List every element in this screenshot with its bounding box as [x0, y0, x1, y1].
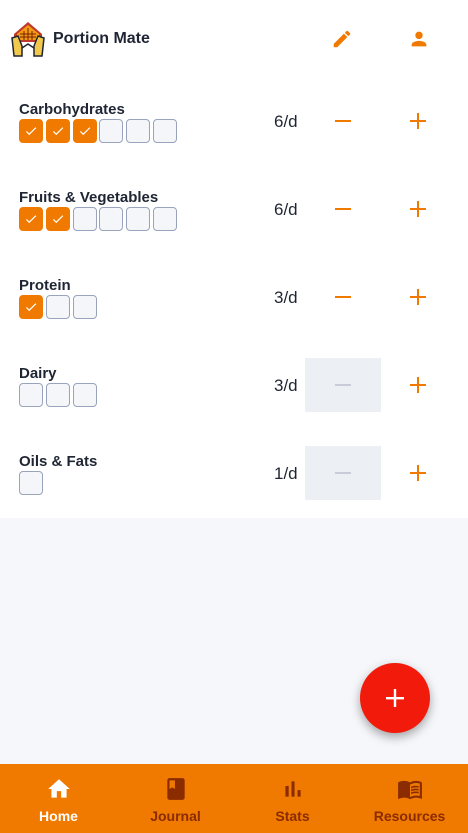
account-button[interactable]	[404, 24, 434, 54]
portion-checkbox-checked[interactable]	[19, 295, 43, 319]
portion-checkbox[interactable]	[152, 119, 177, 143]
decrease-button[interactable]	[305, 446, 381, 500]
nav-item-resources[interactable]: Resources	[351, 764, 468, 833]
check-icon	[52, 215, 64, 224]
app-title: Portion Mate	[53, 30, 150, 47]
decrease-button[interactable]	[305, 358, 381, 412]
portion-label: Oils & Fats	[19, 453, 98, 470]
bottom-navigation: Home Journal Stats Resources	[0, 764, 468, 833]
portion-row-dairy: Dairy 3/d	[0, 344, 468, 432]
decrease-button[interactable]	[305, 94, 381, 148]
minus-icon	[335, 296, 351, 298]
person-icon	[411, 31, 427, 47]
portion-checkboxes	[19, 207, 180, 231]
increase-button[interactable]	[395, 94, 441, 148]
portion-label: Dairy	[19, 365, 57, 382]
portion-checkbox[interactable]	[72, 383, 97, 407]
bar-chart-icon	[284, 781, 301, 797]
portion-checkbox[interactable]	[126, 119, 151, 143]
edit-button[interactable]	[327, 24, 357, 54]
portion-rate: 3/d	[274, 376, 298, 395]
plus-icon	[410, 289, 426, 305]
minus-icon	[335, 472, 351, 474]
minus-icon	[335, 208, 351, 210]
open-book-icon	[397, 780, 422, 800]
portion-rate: 1/d	[274, 464, 298, 483]
plus-icon	[386, 689, 404, 707]
plus-icon	[410, 201, 426, 217]
portion-checkbox[interactable]	[19, 383, 43, 407]
portion-row-protein: Protein 3/d	[0, 256, 468, 344]
portion-checkbox[interactable]	[152, 207, 177, 231]
nav-item-journal[interactable]: Journal	[117, 764, 234, 833]
decrease-button[interactable]	[305, 182, 381, 236]
portion-rate: 3/d	[274, 288, 298, 307]
portion-checkbox-checked[interactable]	[45, 119, 70, 143]
portion-checkbox-checked[interactable]	[45, 207, 70, 231]
portion-checkbox[interactable]	[72, 295, 97, 319]
check-icon	[25, 127, 37, 136]
portion-checkbox-checked[interactable]	[19, 207, 43, 231]
plus-icon	[410, 113, 426, 129]
check-icon	[79, 127, 90, 136]
decrease-button[interactable]	[305, 270, 381, 324]
minus-icon	[335, 384, 351, 386]
portion-row-oils-fats: Oils & Fats 1/d	[0, 432, 468, 520]
portion-row-carbohydrates: Carbohydrates 6/d	[0, 80, 468, 168]
portion-checkbox-checked[interactable]	[72, 119, 97, 143]
increase-button[interactable]	[395, 270, 441, 324]
plus-icon	[410, 465, 426, 481]
pencil-icon	[333, 30, 351, 48]
nav-label: Journal	[150, 808, 201, 824]
portion-checkboxes	[19, 471, 46, 495]
plus-icon	[410, 377, 426, 393]
nav-label: Stats	[275, 808, 310, 824]
portion-checkbox[interactable]	[99, 119, 124, 143]
portion-label: Fruits & Vegetables	[19, 189, 159, 206]
nav-label: Home	[39, 808, 78, 824]
app-logo-icon	[11, 22, 45, 57]
portion-rate: 6/d	[274, 112, 298, 131]
portion-checkbox[interactable]	[19, 471, 43, 495]
book-icon	[166, 778, 185, 800]
portion-list: Carbohydrates 6/d Fruits & Vegetables 6/…	[0, 80, 468, 518]
portion-label: Carbohydrates	[19, 101, 125, 118]
portion-rate: 6/d	[274, 200, 298, 219]
check-icon	[25, 215, 37, 224]
portion-checkbox[interactable]	[45, 383, 70, 407]
portion-checkbox-checked[interactable]	[19, 119, 43, 143]
portion-checkboxes	[19, 119, 180, 143]
check-icon	[52, 127, 64, 136]
app-bar: Portion Mate	[0, 0, 468, 80]
portion-checkbox[interactable]	[45, 295, 70, 319]
portion-label: Protein	[19, 277, 71, 294]
increase-button[interactable]	[395, 182, 441, 236]
minus-icon	[335, 120, 351, 122]
portion-checkbox[interactable]	[126, 207, 151, 231]
nav-item-stats[interactable]: Stats	[234, 764, 351, 833]
nav-label: Resources	[373, 808, 446, 824]
portion-checkbox[interactable]	[72, 207, 97, 231]
portion-checkboxes	[19, 383, 99, 407]
nav-item-home[interactable]: Home	[0, 764, 117, 833]
home-icon	[47, 779, 70, 798]
increase-button[interactable]	[395, 358, 441, 412]
add-entry-button[interactable]	[360, 663, 430, 733]
portion-row-fruits-vegetables: Fruits & Vegetables 6/d	[0, 168, 468, 256]
portion-checkboxes	[19, 295, 99, 319]
increase-button[interactable]	[395, 446, 441, 500]
portion-checkbox[interactable]	[99, 207, 124, 231]
check-icon	[25, 303, 37, 312]
